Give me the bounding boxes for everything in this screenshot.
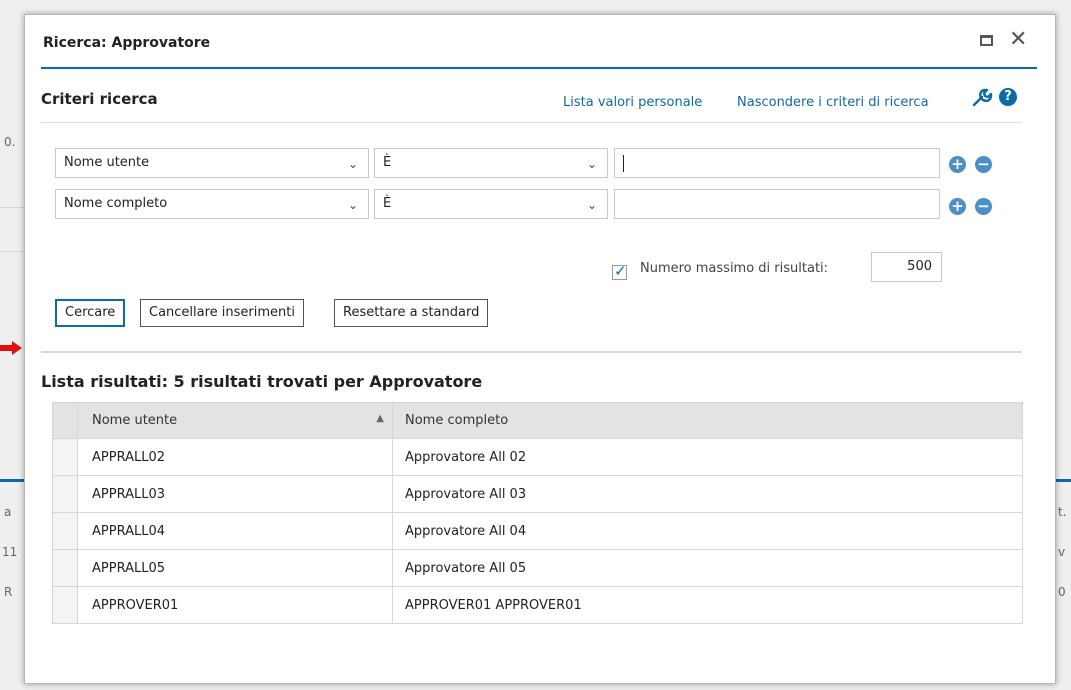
column-header-username[interactable]: Nome utente ▲ [77,402,393,439]
hide-criteria-link[interactable]: Nascondere i criteri di ricerca [737,95,929,110]
close-button[interactable]: ✕ [1009,29,1027,51]
field-select-2[interactable]: Nome completo ⌄ [55,189,369,219]
bg-divider [0,207,24,208]
operator-select-1[interactable]: È ⌄ [374,148,608,178]
dialog-title: Ricerca: Approvatore [43,35,211,51]
cell-username: APPRALL04 [77,512,393,550]
table-row[interactable]: APPRALL05 Approvatore All 05 [52,549,1023,587]
field-select-value: Nome utente [64,155,150,170]
dialog-titlebar: Ricerca: Approvatore ✕ [41,15,1037,69]
bg-text: 0 [1058,585,1066,599]
cell-fullname: Approvatore All 04 [392,512,1023,550]
close-icon: ✕ [1009,27,1028,52]
select-all-cell[interactable] [52,402,78,439]
criteria-title: Criteri ricerca [41,90,158,108]
cell-username: APPRALL02 [77,438,393,476]
search-button[interactable]: Cercare [55,299,126,327]
bg-text: t. [1058,505,1067,519]
chevron-down-icon: ⌄ [586,157,597,171]
remove-row-icon[interactable]: − [975,156,992,173]
max-results-value: 500 [907,259,932,274]
row-selector[interactable] [52,438,78,476]
add-row-icon[interactable]: + [949,198,966,215]
table-row[interactable]: APPROVER01 APPROVER01 APPROVER01 [52,586,1023,624]
cell-username: APPROVER01 [77,586,393,624]
cell-fullname: Approvatore All 02 [392,438,1023,476]
row-selector[interactable] [52,549,78,587]
operator-select-value: È [383,196,392,211]
field-select-value: Nome completo [64,196,168,211]
results-table: Nome utente ▲ Nome completo APPRALL02 App… [52,402,1023,624]
table-row[interactable]: APPRALL03 Approvatore All 03 [52,475,1023,513]
field-select-1[interactable]: Nome utente ⌄ [55,148,369,178]
maximize-button[interactable] [979,33,995,47]
help-icon[interactable]: ? [999,88,1017,106]
remove-row-icon[interactable]: − [975,198,992,215]
table-header-row: Nome utente ▲ Nome completo [52,402,1023,439]
chevron-down-icon: ⌄ [347,157,358,171]
bg-text: 0. [4,135,16,149]
column-header-fullname[interactable]: Nome completo [392,402,1023,439]
operator-select-value: È [383,155,392,170]
chevron-down-icon: ⌄ [586,198,597,212]
bg-text: a [4,505,12,519]
bg-divider [0,251,24,252]
max-results-label: Numero massimo di risultati: [640,261,829,276]
table-row[interactable]: APPRALL02 Approvatore All 02 [52,438,1023,476]
chevron-down-icon: ⌄ [347,198,358,212]
checkmark-icon: ✓ [614,262,627,280]
max-results-input[interactable]: 500 [871,252,942,282]
row-selector[interactable] [52,512,78,550]
cell-username: APPRALL03 [77,475,393,513]
arrow-pointer-icon [0,341,22,355]
wrench-icon[interactable] [971,88,993,108]
bg-accent-line [0,479,24,482]
bg-accent-line [1054,479,1071,482]
column-label: Nome utente [92,413,178,428]
cell-fullname: APPROVER01 APPROVER01 [392,586,1023,624]
text-caret [623,155,624,172]
personal-values-link[interactable]: Lista valori personale [563,95,702,110]
table-row[interactable]: APPRALL04 Approvatore All 04 [52,512,1023,550]
results-divider [41,351,1022,353]
sort-icon: ▲ [376,413,384,424]
max-results-checkbox[interactable]: ✓ [612,262,627,280]
value-input-2[interactable] [614,189,940,219]
column-label: Nome completo [405,413,509,428]
clear-inputs-button[interactable]: Cancellare inserimenti [140,299,304,327]
value-input-1[interactable] [614,148,940,178]
cell-username: APPRALL05 [77,549,393,587]
cell-fullname: Approvatore All 05 [392,549,1023,587]
row-selector[interactable] [52,475,78,513]
reset-default-button[interactable]: Resettare a standard [334,299,489,327]
add-row-icon[interactable]: + [949,156,966,173]
criteria-divider [41,122,1022,123]
operator-select-2[interactable]: È ⌄ [374,189,608,219]
bg-text: 11 [2,545,18,559]
bg-text: R [4,585,13,599]
cell-fullname: Approvatore All 03 [392,475,1023,513]
results-title: Lista risultati: 5 risultati trovati per… [41,372,483,391]
row-selector[interactable] [52,586,78,624]
maximize-icon [980,35,993,46]
bg-text: v [1058,545,1066,559]
